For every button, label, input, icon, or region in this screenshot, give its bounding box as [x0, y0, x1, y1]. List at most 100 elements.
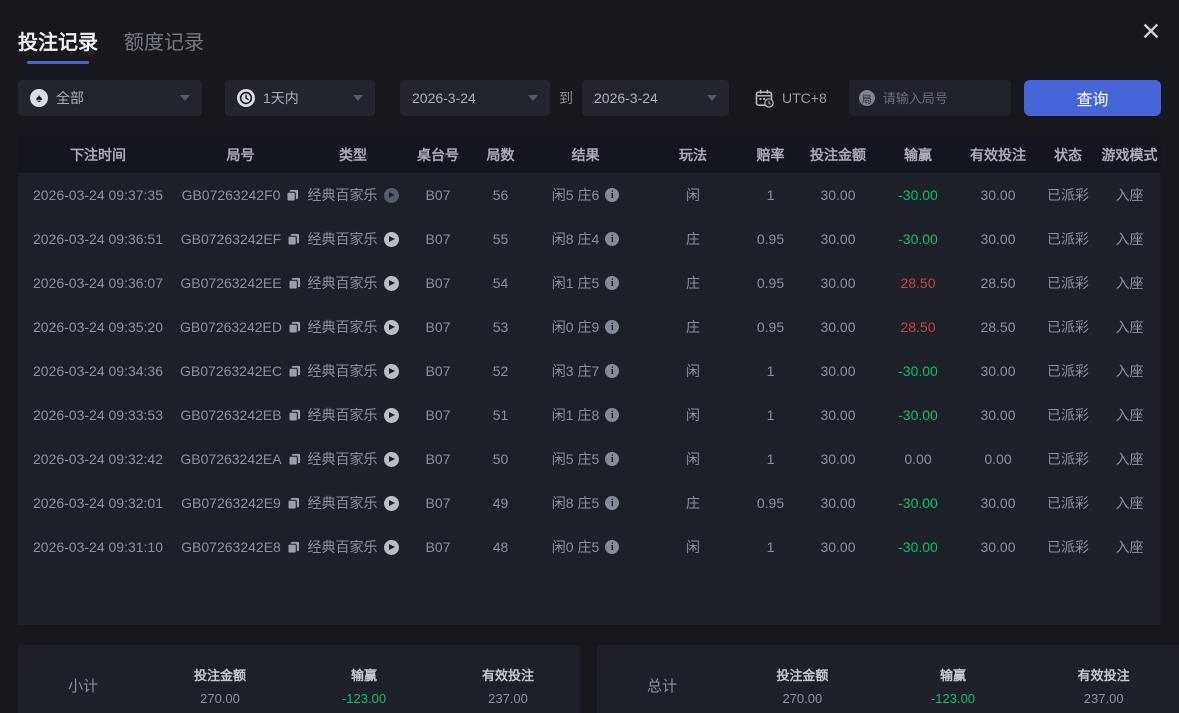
- info-icon[interactable]: i: [605, 232, 620, 246]
- table-row: 2026-03-24 09:32:01 GB07263242E9 经典百家乐 B…: [18, 481, 1161, 525]
- col-header-result: 结果: [571, 147, 600, 163]
- cell-odds: 1: [766, 187, 775, 203]
- timezone-label: UTC+8: [782, 90, 827, 106]
- date-from-dropdown[interactable]: 2026-3-24: [400, 80, 550, 116]
- copy-icon[interactable]: [287, 497, 300, 510]
- cell-game-mode: 入座: [1115, 187, 1144, 203]
- cell-valid-bet: 28.50: [980, 275, 1016, 291]
- cell-game-type: 经典百家乐: [303, 449, 403, 469]
- cell-odds: 1: [766, 451, 775, 467]
- table-row: 2026-03-24 09:37:35 GB07263242F0 经典百家乐 B…: [18, 173, 1161, 217]
- cell-bet-time: 2026-03-24 09:32:01: [33, 495, 163, 511]
- cell-table-no: B07: [425, 231, 451, 247]
- play-icon[interactable]: [383, 187, 399, 203]
- subtotal-win-loss: 输赢 -123.00: [341, 667, 387, 706]
- info-icon[interactable]: i: [605, 188, 620, 202]
- cell-bet-time: 2026-03-24 09:35:20: [33, 319, 163, 335]
- chevron-down-icon: [180, 95, 190, 101]
- copy-icon[interactable]: [288, 321, 301, 334]
- cell-valid-bet: 28.50: [980, 319, 1016, 335]
- info-icon[interactable]: i: [605, 496, 620, 510]
- total-valid-bet: 有效投注 237.00: [1077, 667, 1130, 706]
- subtotal-bet-amount: 投注金额 270.00: [193, 667, 246, 706]
- cell-win-loss: -30.00: [898, 407, 938, 423]
- cell-win-loss: -30.00: [898, 363, 938, 379]
- info-icon[interactable]: i: [605, 540, 620, 554]
- game-type-value: 全部: [56, 90, 84, 106]
- date-to-value: 2026-3-24: [594, 90, 658, 106]
- cell-game-type: 经典百家乐: [303, 405, 403, 425]
- cell-odds: 0.95: [756, 319, 785, 335]
- cell-round-id: GB07263242E9: [178, 495, 303, 511]
- cell-table-no: B07: [425, 319, 451, 335]
- copy-icon[interactable]: [288, 365, 301, 378]
- cell-bet-amount: 30.00: [820, 319, 856, 335]
- cell-valid-bet: 30.00: [980, 187, 1016, 203]
- search-button[interactable]: 查询: [1024, 80, 1161, 116]
- table-row: 2026-03-24 09:36:07 GB07263242EE 经典百家乐 B…: [18, 261, 1161, 305]
- info-icon[interactable]: i: [605, 276, 620, 290]
- cell-status: 已派彩: [1047, 363, 1089, 379]
- copy-icon[interactable]: [287, 233, 300, 246]
- info-icon[interactable]: i: [605, 452, 620, 466]
- col-header-valid-bet: 有效投注: [970, 147, 1026, 163]
- summary-bar: 小计 投注金额 270.00 输赢 -123.00 有效投注 237.00 总计…: [0, 645, 1179, 713]
- round-number-input[interactable]: [882, 90, 1001, 106]
- round-number-icon: 局: [858, 90, 875, 106]
- cell-table-no: B07: [425, 275, 451, 291]
- cell-bet-option: 庄: [686, 495, 700, 511]
- cell-game-type: 经典百家乐: [303, 229, 403, 249]
- cell-bet-amount: 30.00: [820, 451, 856, 467]
- calendar-clock-icon: [755, 89, 774, 108]
- table-body: 2026-03-24 09:37:35 GB07263242F0 经典百家乐 B…: [18, 173, 1161, 625]
- cell-bet-option: 闲: [686, 363, 700, 379]
- cell-game-mode: 入座: [1115, 319, 1144, 335]
- spade-icon: ♠: [30, 89, 48, 107]
- cell-table-no: B07: [425, 187, 451, 203]
- table-row: 2026-03-24 09:36:51 GB07263242EF 经典百家乐 B…: [18, 217, 1161, 261]
- close-icon[interactable]: ✕: [1133, 17, 1169, 49]
- bet-records-table: 下注时间 局号 类型 桌台号 局数 结果 玩法 赔率 投注金额 输赢 有效投注 …: [18, 137, 1161, 625]
- tab-bar: 投注记录 额度记录: [0, 0, 1179, 64]
- copy-icon[interactable]: [287, 409, 301, 422]
- play-icon[interactable]: [383, 363, 399, 379]
- cell-valid-bet: 0.00: [984, 451, 1012, 467]
- cell-status: 已派彩: [1047, 495, 1089, 511]
- tab-bet-records[interactable]: 投注记录: [18, 26, 98, 64]
- copy-icon[interactable]: [286, 189, 299, 202]
- cell-result: 闲3 庄7 i: [528, 361, 643, 381]
- chevron-down-icon: [353, 95, 363, 101]
- copy-icon[interactable]: [287, 277, 301, 290]
- cell-game-mode: 入座: [1115, 275, 1144, 291]
- copy-icon[interactable]: [287, 541, 300, 554]
- play-icon[interactable]: [383, 319, 399, 335]
- tab-quota-records[interactable]: 额度记录: [124, 26, 204, 64]
- date-to-dropdown[interactable]: 2026-3-24: [582, 80, 729, 116]
- info-icon[interactable]: i: [605, 364, 620, 378]
- copy-icon[interactable]: [287, 453, 301, 466]
- play-icon[interactable]: [383, 539, 399, 555]
- cell-bet-time: 2026-03-24 09:33:53: [33, 407, 163, 423]
- timezone-selector[interactable]: UTC+8: [755, 89, 827, 108]
- cell-round-id: GB07263242ED: [178, 319, 303, 335]
- play-icon[interactable]: [383, 275, 399, 291]
- cell-status: 已派彩: [1047, 319, 1089, 335]
- info-icon[interactable]: i: [605, 320, 620, 334]
- game-type-dropdown[interactable]: ♠ 全部: [18, 80, 202, 116]
- cell-bet-option: 庄: [686, 319, 700, 335]
- cell-result: 闲8 庄5 i: [528, 493, 643, 513]
- cell-result: 闲1 庄5 i: [528, 273, 643, 293]
- play-icon[interactable]: [383, 495, 399, 511]
- time-range-dropdown[interactable]: 1天内: [225, 80, 375, 116]
- cell-game-type: 经典百家乐: [303, 317, 403, 337]
- info-icon[interactable]: i: [605, 408, 620, 422]
- cell-valid-bet: 30.00: [980, 495, 1016, 511]
- cell-table-no: B07: [425, 495, 451, 511]
- play-icon[interactable]: [383, 407, 399, 423]
- cell-round-no: 54: [492, 275, 509, 291]
- filter-bar: ♠ 全部 1天内 2026-3-24 到 2026-3-24 UTC+8 局 请…: [18, 80, 1161, 116]
- play-icon[interactable]: [383, 231, 399, 247]
- play-icon[interactable]: [383, 451, 399, 467]
- cell-valid-bet: 30.00: [980, 407, 1016, 423]
- cell-bet-time: 2026-03-24 09:31:10: [33, 539, 163, 555]
